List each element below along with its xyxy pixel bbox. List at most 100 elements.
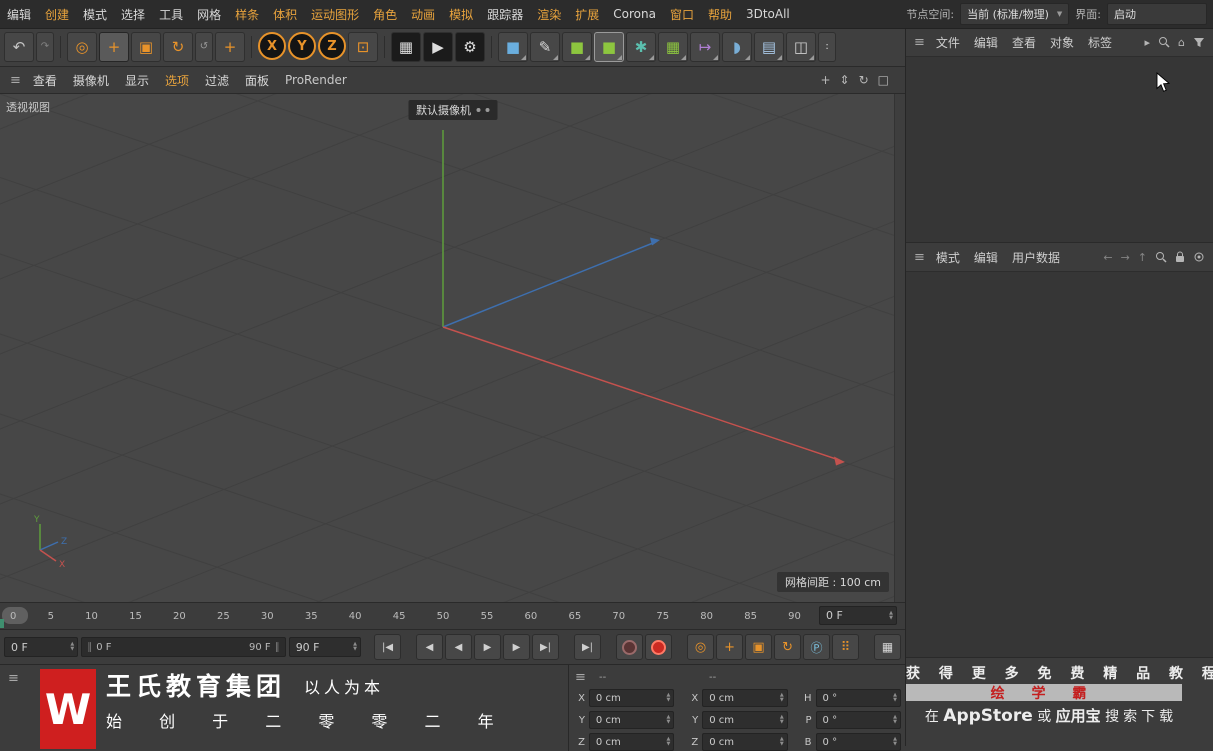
menu-item[interactable]: Corona bbox=[606, 7, 663, 21]
up-icon[interactable]: ↑ bbox=[1138, 251, 1147, 264]
object-list-area[interactable] bbox=[906, 57, 1213, 243]
menu-item[interactable]: 体积 bbox=[266, 6, 304, 23]
coordinate-field[interactable]: 0 cm ▲ ▼ bbox=[588, 711, 675, 729]
target-icon[interactable] bbox=[1193, 251, 1205, 263]
menu-item[interactable]: 窗口 bbox=[663, 6, 701, 23]
forward-icon[interactable]: → bbox=[1121, 251, 1130, 264]
coord-header[interactable]: -- bbox=[599, 672, 606, 683]
next-frame-button[interactable]: ▶ bbox=[503, 634, 531, 660]
pan-view-icon[interactable]: + bbox=[820, 73, 830, 87]
key-position-button[interactable]: + bbox=[716, 634, 744, 660]
menu-item[interactable]: 创建 bbox=[38, 6, 76, 23]
hamburger-icon[interactable]: ≡ bbox=[910, 35, 929, 50]
undo-icon[interactable]: ↶ bbox=[4, 32, 34, 62]
lock-x-axis-button[interactable]: X bbox=[258, 32, 286, 60]
panel-menu-item[interactable]: 查看 bbox=[1005, 34, 1043, 51]
node-space-dropdown[interactable]: 当前 (标准/物理) ▼ bbox=[960, 3, 1070, 25]
menu-item[interactable]: 工具 bbox=[152, 6, 190, 23]
expand-icon[interactable]: ▸ bbox=[1144, 36, 1150, 49]
coord-header[interactable]: -- bbox=[709, 672, 716, 683]
spinner-arrows-icon[interactable]: ▲ ▼ bbox=[893, 693, 897, 703]
key-parameter-button[interactable]: ⠿ bbox=[832, 634, 860, 660]
menu-item[interactable]: 样条 bbox=[228, 6, 266, 23]
key-scale-button[interactable]: ▣ bbox=[745, 634, 773, 660]
key-point-level-button[interactable]: Ⓟ bbox=[803, 634, 831, 660]
lock-z-axis-button[interactable]: Z bbox=[318, 32, 346, 60]
home-icon[interactable]: ⌂ bbox=[1178, 36, 1185, 49]
rotate-tool[interactable]: ↻ bbox=[163, 32, 193, 62]
coordinate-field[interactable]: 0 cm ▲ ▼ bbox=[702, 733, 788, 751]
spinner-arrows-icon[interactable]: ▲ ▼ bbox=[667, 693, 671, 703]
zoom-view-icon[interactable]: ⇕ bbox=[840, 73, 850, 87]
viewport-menu-item[interactable]: 面板 bbox=[237, 72, 277, 89]
spinner-arrows-icon[interactable]: ▲ ▼ bbox=[70, 642, 74, 652]
end-frame-field[interactable]: 90 F ▲ ▼ bbox=[288, 637, 362, 657]
goto-start-button[interactable]: |◀ bbox=[374, 634, 402, 660]
live-selection-tool[interactable]: ◎ bbox=[67, 32, 97, 62]
spinner-arrows-icon[interactable]: ▲ ▼ bbox=[667, 715, 671, 725]
subdivision-surface-button[interactable]: ■ bbox=[562, 32, 592, 62]
render-settings-button[interactable]: ⚙ bbox=[455, 32, 485, 62]
generator-button[interactable]: ■ bbox=[594, 32, 624, 62]
spinner-arrows-icon[interactable]: ▲ ▼ bbox=[889, 610, 893, 621]
coordinate-field[interactable]: 0 cm ▲ ▼ bbox=[588, 689, 675, 707]
autokey-button[interactable] bbox=[616, 634, 644, 660]
play-button[interactable]: ▶ bbox=[474, 634, 502, 660]
toggle-view-icon[interactable]: □ bbox=[878, 73, 889, 87]
timeline-ruler[interactable]: 0 5 10 15 20 25 30 35 40 45 50 55 60 65 70 75 80 85 90 0 F… bbox=[0, 602, 905, 629]
search-icon[interactable] bbox=[1158, 36, 1170, 48]
menu-item[interactable]: 模拟 bbox=[442, 6, 480, 23]
menu-item[interactable]: 3DtoAll bbox=[739, 7, 797, 21]
volume-menu-button[interactable]: ▦ bbox=[658, 32, 688, 62]
hamburger-icon[interactable]: ≡ bbox=[910, 250, 929, 265]
menu-item[interactable]: 运动图形 bbox=[304, 6, 366, 23]
spinner-arrows-icon[interactable]: ▲ ▼ bbox=[780, 693, 784, 703]
simulation-menu-button[interactable]: ◗ bbox=[722, 32, 752, 62]
panel-menu-item[interactable]: 编辑 bbox=[967, 34, 1005, 51]
redo-icon[interactable]: ↷ bbox=[36, 32, 54, 62]
hamburger-icon[interactable]: ≡ bbox=[6, 73, 25, 88]
add-cube-object-button[interactable]: ■ bbox=[498, 32, 528, 62]
floor-menu-button[interactable]: ▤ bbox=[754, 32, 784, 62]
panel-menu-item[interactable]: 用户数据 bbox=[1005, 249, 1067, 266]
filter-icon[interactable] bbox=[1193, 37, 1205, 48]
hamburger-icon[interactable]: ≡ bbox=[571, 670, 590, 685]
coordinate-field[interactable]: 0 cm ▲ ▼ bbox=[702, 689, 788, 707]
goto-end-button[interactable]: ▶| bbox=[574, 634, 602, 660]
render-picture-viewer-button[interactable]: ▶ bbox=[423, 32, 453, 62]
spinner-arrows-icon[interactable]: ▲ ▼ bbox=[780, 715, 784, 725]
move-tool[interactable]: + bbox=[99, 32, 129, 62]
mograph-menu-button[interactable]: ✱ bbox=[626, 32, 656, 62]
back-icon[interactable]: ← bbox=[1103, 251, 1112, 264]
frame-number-field[interactable]: 0 F ▲ ▼ bbox=[819, 606, 897, 625]
menu-item[interactable]: 扩展 bbox=[568, 6, 606, 23]
camera-light-menu-button[interactable]: ◫ bbox=[786, 32, 816, 62]
next-key-button[interactable]: ▶| bbox=[532, 634, 560, 660]
hamburger-icon[interactable]: ≡ bbox=[4, 671, 23, 686]
coordinate-field[interactable]: 0 ° ▲ ▼ bbox=[815, 689, 901, 707]
current-frame-combo[interactable]: 0 F ▲ ▼ bbox=[4, 637, 79, 657]
preview-range-handle[interactable] bbox=[0, 619, 4, 628]
menu-item[interactable]: 选择 bbox=[114, 6, 152, 23]
panel-menu-item[interactable]: 模式 bbox=[929, 249, 967, 266]
render-view-button[interactable]: ▦ bbox=[391, 32, 421, 62]
viewport-menu-item[interactable]: 摄像机 bbox=[65, 72, 117, 89]
panel-menu-item[interactable]: 标签 bbox=[1081, 34, 1119, 51]
viewport-menu-item[interactable]: ProRender bbox=[277, 73, 355, 87]
menu-item[interactable]: 模式 bbox=[76, 6, 114, 23]
interface-dropdown[interactable]: 启动 bbox=[1107, 3, 1207, 25]
viewport-menu-item[interactable]: 显示 bbox=[117, 72, 157, 89]
pen-spline-tool[interactable]: ✎ bbox=[530, 32, 560, 62]
menu-item[interactable]: 跟踪器 bbox=[480, 6, 530, 23]
frame-range-slider[interactable]: ∥ 0 F 90 F ∥ bbox=[81, 637, 286, 657]
search-icon[interactable] bbox=[1155, 251, 1167, 263]
lock-y-axis-button[interactable]: Y bbox=[288, 32, 316, 60]
coordinate-field[interactable]: 0 ° ▲ ▼ bbox=[815, 733, 901, 751]
menu-item[interactable]: 动画 bbox=[404, 6, 442, 23]
panel-menu-item[interactable]: 文件 bbox=[929, 34, 967, 51]
coordinate-system-button[interactable]: ⊡ bbox=[348, 32, 378, 62]
panel-menu-item[interactable]: 对象 bbox=[1043, 34, 1081, 51]
rotate-view-icon[interactable]: ↻ bbox=[859, 73, 869, 87]
viewport[interactable]: 透视视图 默认摄像机 Y Z X 网格间距 : 100 cm bbox=[0, 94, 905, 602]
scale-tool[interactable]: ▣ bbox=[131, 32, 161, 62]
